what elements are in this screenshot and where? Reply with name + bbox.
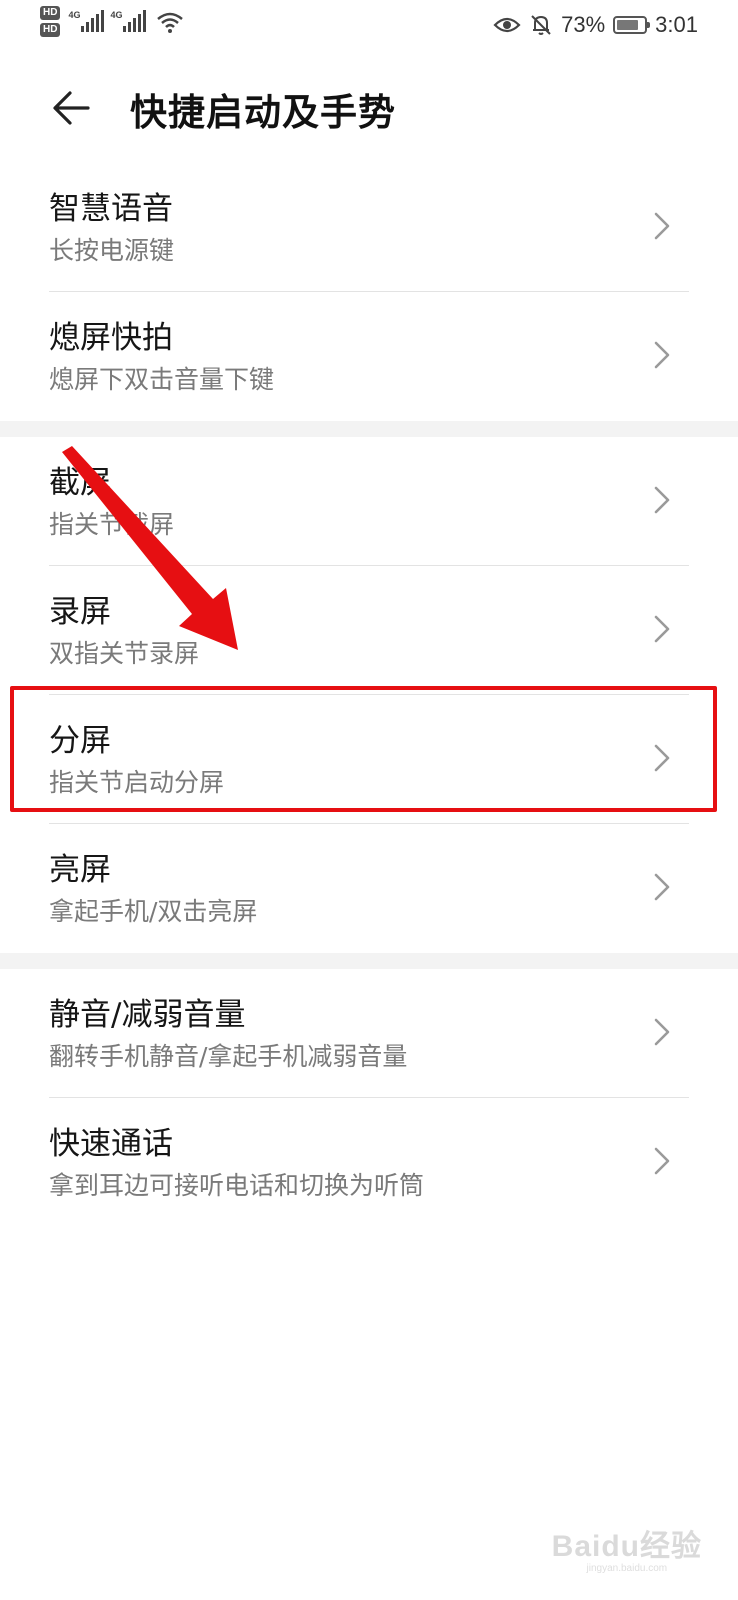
eye-icon [493, 17, 521, 33]
bell-off-icon [531, 15, 551, 35]
item-subtitle: 长按电源键 [49, 236, 175, 265]
list-item-screenshot[interactable]: 截屏 指关节截屏 [0, 437, 738, 566]
list-item-screen-off-snapshot[interactable]: 熄屏快拍 熄屏下双击音量下键 [0, 292, 738, 421]
item-title: 熄屏快拍 [49, 320, 173, 356]
item-title: 快速通话 [49, 1126, 173, 1162]
group-separator [0, 953, 738, 969]
back-button[interactable] [50, 86, 94, 130]
chevron-right-icon [654, 486, 670, 514]
item-subtitle: 双指关节录屏 [49, 639, 200, 668]
hd-icon-2: HD [40, 23, 61, 37]
hd-icons: HD HD [40, 6, 61, 37]
status-bar-left: HD HD 4G 4G [40, 6, 184, 46]
item-subtitle: 拿起手机/双击亮屏 [49, 897, 258, 926]
list-item-mute-reduce-volume[interactable]: 静音/减弱音量 翻转手机静音/拿起手机减弱音量 [0, 969, 738, 1098]
hd-icon-1: HD [40, 6, 61, 20]
chevron-right-icon [654, 873, 670, 901]
network-type-1: 4G [68, 10, 81, 20]
chevron-right-icon [654, 744, 670, 772]
item-title: 录屏 [49, 594, 111, 630]
item-title: 截屏 [49, 465, 111, 501]
wifi-icon [157, 12, 184, 33]
back-arrow-icon [53, 91, 90, 125]
list-item-quick-call[interactable]: 快速通话 拿到耳边可接听电话和切换为听筒 [0, 1098, 738, 1227]
item-subtitle: 熄屏下双击音量下键 [49, 365, 275, 394]
battery-percent: 73% [561, 12, 606, 37]
list-item-split-screen[interactable]: 分屏 指关节启动分屏 [0, 695, 738, 824]
item-title: 亮屏 [49, 852, 111, 888]
status-bar: HD HD 4G 4G 73% 3:01 [0, 0, 738, 52]
watermark-url: jingyan.baidu.com [586, 1563, 668, 1574]
item-title: 智慧语音 [49, 191, 173, 227]
watermark: Baidu经验 jingyan.baidu.com [552, 1521, 702, 1574]
status-bar-right: 73% 3:01 [493, 10, 698, 40]
list-item-screen-record[interactable]: 录屏 双指关节录屏 [0, 566, 738, 695]
signal-icon-1: 4G [68, 6, 105, 36]
item-subtitle: 翻转手机静音/拿起手机减弱音量 [49, 1042, 408, 1071]
clock: 3:01 [655, 12, 698, 37]
chevron-right-icon [654, 615, 670, 643]
chevron-right-icon [654, 1147, 670, 1175]
signal-icon-2: 4G [110, 6, 147, 36]
chevron-right-icon [654, 212, 670, 240]
item-subtitle: 指关节截屏 [49, 510, 175, 539]
group-separator [0, 421, 738, 437]
network-type-2: 4G [110, 10, 123, 20]
settings-group-1: 智慧语音 长按电源键 熄屏快拍 熄屏下双击音量下键 [0, 163, 738, 421]
item-subtitle: 指关节启动分屏 [49, 768, 225, 797]
watermark-logo: Baidu经验 [551, 1530, 702, 1563]
chevron-right-icon [654, 1018, 670, 1046]
list-item-smart-voice[interactable]: 智慧语音 长按电源键 [0, 163, 738, 292]
item-title: 静音/减弱音量 [49, 997, 246, 1033]
item-subtitle: 拿到耳边可接听电话和切换为听筒 [49, 1171, 425, 1200]
item-title: 分屏 [49, 723, 111, 759]
settings-group-2: 截屏 指关节截屏 录屏 双指关节录屏 分屏 指关节启动分屏 亮屏 拿起手机/双击… [0, 437, 738, 953]
app-header: 快捷启动及手势 [0, 70, 738, 150]
page-title: 快捷启动及手势 [130, 91, 396, 134]
battery-icon [613, 16, 651, 34]
list-item-wake-screen[interactable]: 亮屏 拿起手机/双击亮屏 [0, 824, 738, 953]
chevron-right-icon [654, 341, 670, 369]
settings-group-3: 静音/减弱音量 翻转手机静音/拿起手机减弱音量 快速通话 拿到耳边可接听电话和切… [0, 969, 738, 1227]
